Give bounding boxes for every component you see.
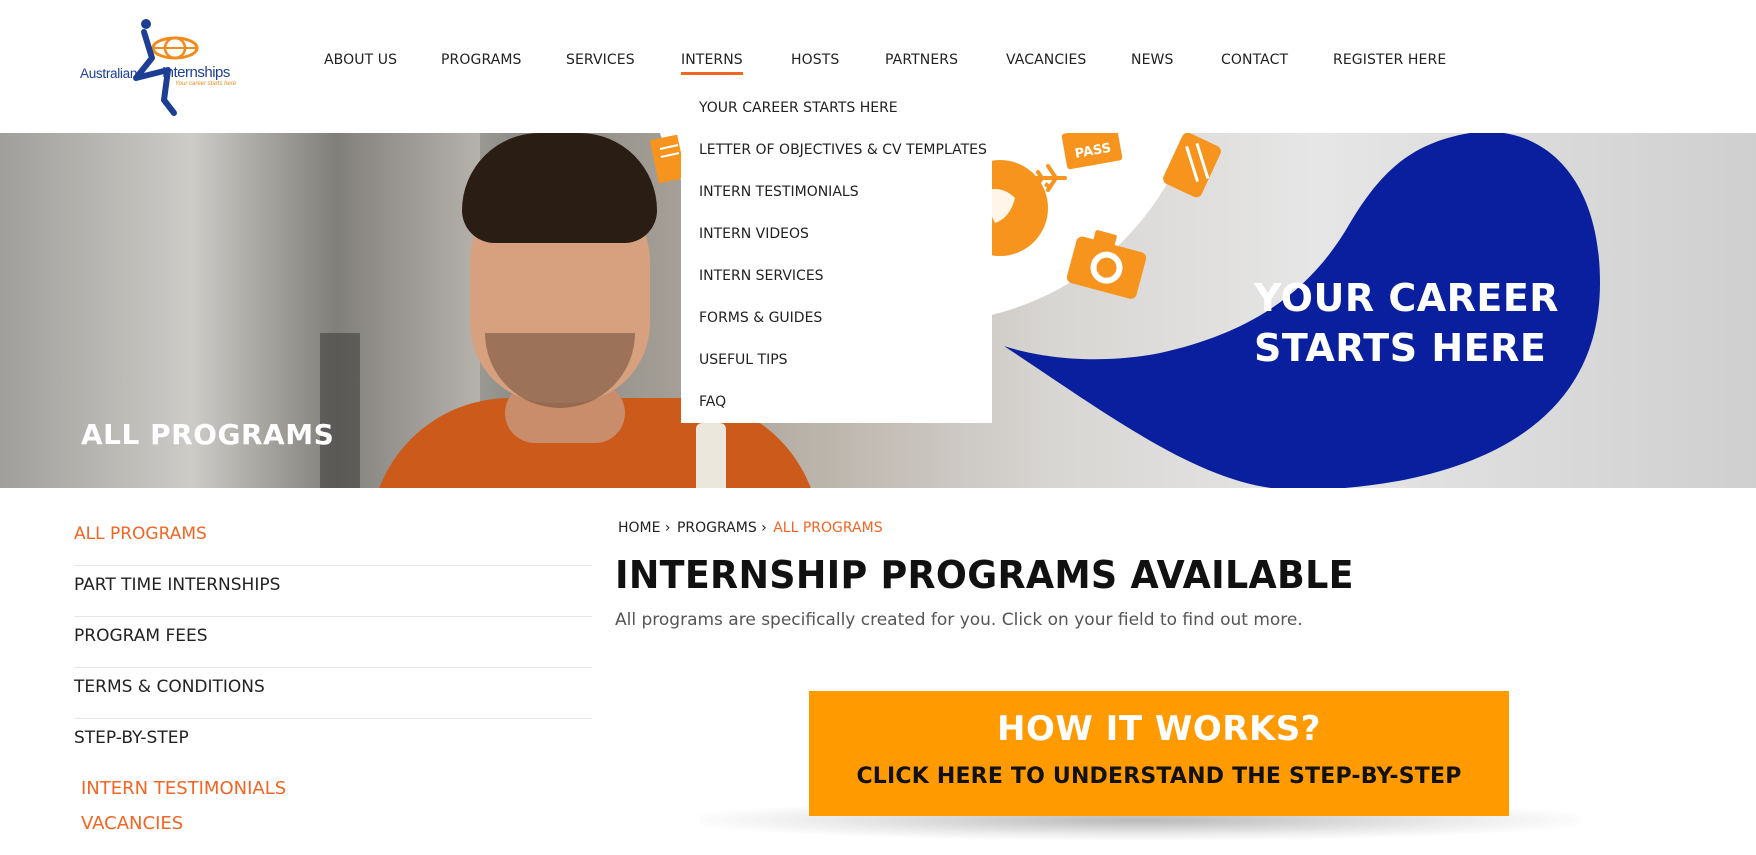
dropdown-item-faq[interactable]: FAQ [681,391,992,433]
site-logo[interactable]: Australian Internships Your career start… [78,18,248,118]
nav-about-us[interactable]: ABOUT US [324,52,397,68]
how-it-works-button[interactable]: HOW IT WORKS? CLICK HERE TO UNDERSTAND T… [809,691,1509,816]
nav-services[interactable]: SERVICES [566,52,635,68]
nav-programs[interactable]: PROGRAMS [441,52,522,68]
dropdown-item-useful-tips[interactable]: USEFUL TIPS [681,349,992,391]
career-line-1: YOUR CAREER [1254,276,1560,320]
dropdown-item-intern-services[interactable]: INTERN SERVICES [681,265,992,307]
programs-sidebar: ALL PROGRAMS PART TIME INTERNSHIPS PROGR… [74,515,592,834]
nav-news[interactable]: NEWS [1131,52,1173,68]
breadcrumb: HOME › PROGRAMS › ALL PROGRAMS [618,520,885,536]
cta-heading: HOW IT WORKS? [996,709,1322,749]
nav-partners[interactable]: PARTNERS [885,52,958,68]
nav-interns[interactable]: INTERNS [681,52,743,75]
page-title: INTERNSHIP PROGRAMS AVAILABLE [615,553,1354,597]
hero-person-hair [462,133,657,243]
sidebar-link-vacancies[interactable]: VACANCIES [81,813,183,834]
sidebar-item-all-programs[interactable]: ALL PROGRAMS [74,515,592,566]
breadcrumb-current: ALL PROGRAMS [773,520,883,536]
logo-tagline: Your career starts here [175,81,237,87]
sidebar-item-part-time[interactable]: PART TIME INTERNSHIPS [74,566,592,617]
nav-hosts[interactable]: HOSTS [791,52,839,68]
breadcrumb-home[interactable]: HOME › [618,520,671,536]
logo-text-australian: Australian [80,66,138,81]
sidebar-item-program-fees[interactable]: PROGRAM FEES [74,617,592,668]
logo-text-internships: Internships [162,64,230,81]
dropdown-item-forms-guides[interactable]: FORMS & GUIDES [681,307,992,349]
hero-door [320,333,360,488]
nav-contact[interactable]: CONTACT [1221,52,1288,68]
nav-register-here[interactable]: REGISTER HERE [1333,52,1446,68]
cta-subheading: CLICK HERE TO UNDERSTAND THE STEP-BY-STE… [856,764,1462,789]
dropdown-item-your-career[interactable]: YOUR CAREER STARTS HERE [681,97,992,139]
dropdown-item-cv-templates[interactable]: LETTER OF OBJECTIVES & CV TEMPLATES [681,139,992,181]
sidebar-item-terms[interactable]: TERMS & CONDITIONS [74,668,592,719]
dropdown-item-intern-testimonials[interactable]: INTERN TESTIMONIALS [681,181,992,223]
page-subtitle: All programs are specifically created fo… [615,610,1303,630]
sidebar-link-intern-testimonials[interactable]: INTERN TESTIMONIALS [81,778,286,799]
sidebar-item-step-by-step[interactable]: STEP-BY-STEP [74,719,592,770]
interns-dropdown-menu: YOUR CAREER STARTS HERE LETTER OF OBJECT… [681,87,992,423]
breadcrumb-programs[interactable]: PROGRAMS › [677,520,767,536]
hero-title: ALL PROGRAMS [81,418,335,451]
career-line-2: STARTS HERE [1254,326,1547,370]
nav-vacancies[interactable]: VACANCIES [1006,52,1086,68]
dropdown-item-intern-videos[interactable]: INTERN VIDEOS [681,223,992,265]
career-tagline: YOUR CAREER STARTS HERE [1254,273,1559,373]
